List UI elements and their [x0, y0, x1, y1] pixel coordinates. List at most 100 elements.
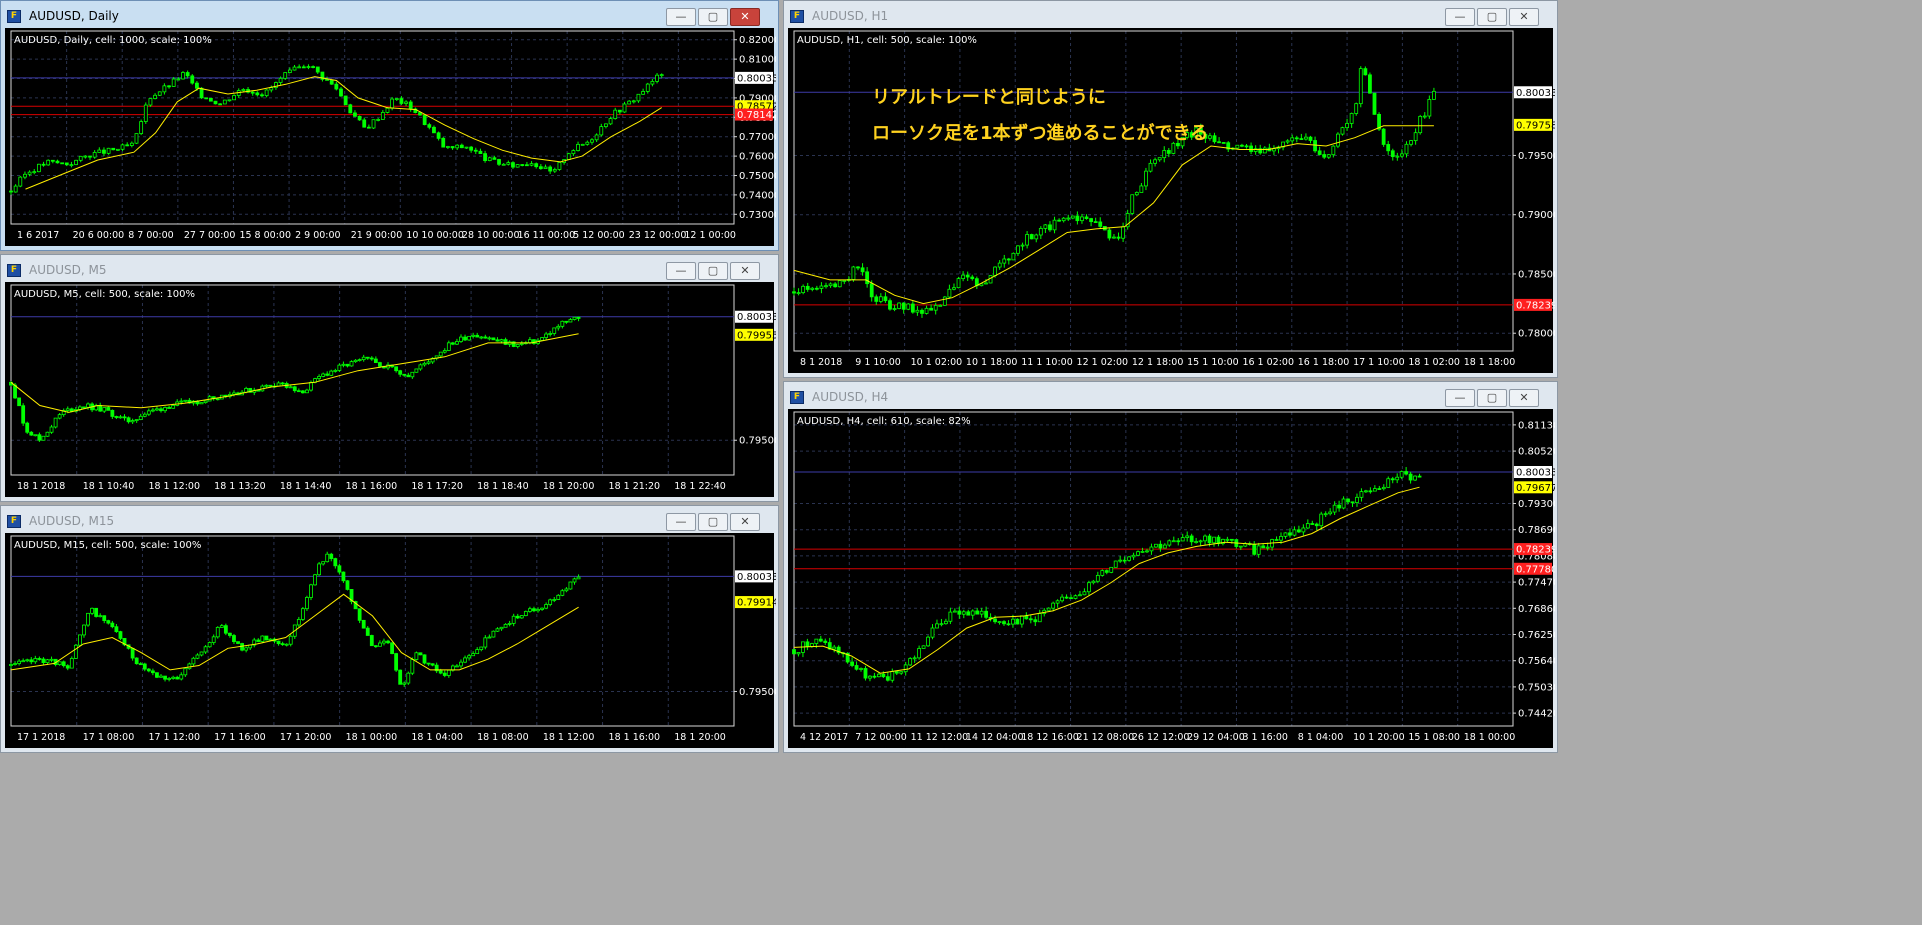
candle-body: [369, 635, 374, 647]
candle-body: [114, 416, 119, 418]
x-tick-label: 17 1 2018: [17, 732, 65, 743]
title-bar[interactable]: F AUDUSD, M5 — ▢ ✕: [1, 255, 778, 285]
candle-body: [1285, 140, 1290, 143]
x-tick-label: 10 1 02:00: [911, 357, 963, 368]
candle-body: [859, 668, 863, 670]
window-h1[interactable]: F AUDUSD, H1 — ▢ ✕ AUDUSD, H1, cell: 500, sca…: [783, 0, 1558, 378]
candle-body: [317, 376, 322, 379]
x-tick-label: 8 1 2018: [800, 357, 842, 368]
candle-body: [450, 146, 455, 149]
candle-body: [1292, 529, 1297, 536]
candle-body: [373, 358, 378, 364]
moving-average-line: [25, 76, 662, 190]
candle-body: [910, 303, 915, 313]
x-tick-label: 18 12 16:00: [1021, 732, 1079, 743]
candle-body: [32, 171, 37, 174]
candle-body: [167, 407, 172, 409]
title-bar[interactable]: F AUDUSD, H4 — ▢ ✕: [784, 382, 1557, 412]
candle-body: [576, 143, 580, 151]
window-m5[interactable]: F AUDUSD, M5 — ▢ ✕ AUDUSD, M5, cell: 500, sca…: [0, 254, 779, 502]
title-bar[interactable]: F AUDUSD, Daily — ▢ ✕: [1, 1, 778, 31]
maximize-button[interactable]: ▢: [1477, 8, 1507, 26]
candle-body: [142, 663, 147, 670]
close-button[interactable]: ✕: [730, 8, 760, 26]
price-chart[interactable]: AUDUSD, H4, cell: 610, scale: 82% 0.8113 0…: [788, 409, 1555, 750]
x-tick-label: 1 6 2017: [17, 230, 59, 241]
candle-body: [1095, 574, 1100, 582]
candle-body: [1162, 544, 1167, 549]
candle-body: [69, 164, 74, 167]
maximize-button[interactable]: ▢: [698, 262, 728, 280]
candle-body: [1390, 478, 1395, 481]
window-daily[interactable]: F AUDUSD, Daily — ▢ ✕ AUDUSD, Daily, cell: 10…: [0, 0, 779, 251]
close-button[interactable]: ✕: [730, 513, 760, 531]
candle-body: [1034, 234, 1039, 240]
price-chart[interactable]: AUDUSD, M15, cell: 500, scale: 100% 0.795…: [5, 533, 776, 750]
title-bar[interactable]: F AUDUSD, M15 — ▢ ✕: [1, 506, 778, 536]
candle-body: [942, 296, 947, 306]
candle-body: [171, 405, 176, 409]
candle-body: [818, 638, 823, 642]
x-tick-label: 12 1 18:00: [1132, 357, 1184, 368]
price-label: 0.79955: [737, 330, 776, 341]
window-h4[interactable]: F AUDUSD, H4 — ▢ ✕ AUDUSD, H4, cell: 610, sca…: [783, 381, 1558, 753]
maximize-button[interactable]: ▢: [1477, 389, 1507, 407]
minimize-button[interactable]: —: [666, 8, 696, 26]
x-tick-label: 18 1 2018: [17, 481, 65, 492]
x-tick-label: 17 1 16:00: [214, 732, 266, 743]
candle-body: [796, 652, 801, 655]
minimize-button[interactable]: —: [1445, 8, 1475, 26]
price-chart[interactable]: AUDUSD, M5, cell: 500, scale: 100% 0.7950…: [5, 282, 776, 499]
minimize-button[interactable]: —: [666, 513, 696, 531]
candle-body: [179, 674, 184, 680]
candle-body: [276, 640, 281, 645]
candle-body: [190, 75, 195, 84]
candle-body: [599, 126, 604, 136]
candle-body: [548, 166, 553, 172]
candle-body: [901, 302, 906, 310]
candle-body: [380, 112, 385, 120]
minimize-button[interactable]: —: [666, 262, 696, 280]
candle-body: [163, 407, 167, 412]
maximize-button[interactable]: ▢: [698, 513, 728, 531]
x-tick-label: 16 1 18:00: [1298, 357, 1350, 368]
x-tick-label: 14 12 04:00: [966, 732, 1024, 743]
candle-body: [21, 405, 26, 424]
price-chart[interactable]: AUDUSD, H1, cell: 500, scale: 100% 0.7950…: [788, 28, 1555, 375]
candle-body: [1358, 68, 1363, 105]
candle-body: [329, 553, 334, 559]
candle-body: [49, 426, 54, 433]
candle-body: [17, 660, 22, 664]
candle-body: [315, 66, 320, 73]
candle-body: [1252, 544, 1257, 555]
price-chart[interactable]: AUDUSD, Daily, cell: 1000, scale: 100% 0.…: [5, 28, 776, 248]
title-bar[interactable]: F AUDUSD, H1 — ▢ ✕: [784, 1, 1557, 31]
candle-body: [162, 85, 167, 93]
candle-body: [146, 668, 151, 672]
chart-area[interactable]: AUDUSD, Daily, cell: 1000, scale: 100% 0.…: [5, 28, 776, 248]
chart-area[interactable]: AUDUSD, M5, cell: 500, scale: 100% 0.7950…: [5, 282, 776, 499]
candle-body: [1249, 145, 1253, 152]
chart-area[interactable]: AUDUSD, H1, cell: 500, scale: 100% 0.7950…: [788, 28, 1555, 375]
close-button[interactable]: ✕: [730, 262, 760, 280]
candle-body: [631, 100, 636, 103]
close-button[interactable]: ✕: [1509, 389, 1539, 407]
candle-body: [339, 88, 343, 97]
close-button[interactable]: ✕: [1509, 8, 1539, 26]
window-m15[interactable]: F AUDUSD, M15 — ▢ ✕ AUDUSD, M15, cell: 500, s…: [0, 505, 779, 753]
candle-body: [1314, 523, 1319, 527]
chart-area[interactable]: AUDUSD, H4, cell: 610, scale: 82% 0.8113 0…: [788, 409, 1555, 750]
candle-body: [334, 83, 339, 90]
candle-body: [29, 659, 34, 663]
candle-body: [1345, 123, 1349, 129]
candle-body: [892, 308, 897, 310]
candle-body: [1208, 135, 1212, 139]
candle-body: [540, 337, 544, 341]
candle-body: [894, 671, 899, 674]
candle-body: [1212, 536, 1216, 544]
candle-body: [965, 274, 970, 278]
chart-area[interactable]: AUDUSD, M15, cell: 500, scale: 100% 0.795…: [5, 533, 776, 750]
candle-body: [1404, 143, 1409, 155]
maximize-button[interactable]: ▢: [698, 8, 728, 26]
minimize-button[interactable]: —: [1445, 389, 1475, 407]
